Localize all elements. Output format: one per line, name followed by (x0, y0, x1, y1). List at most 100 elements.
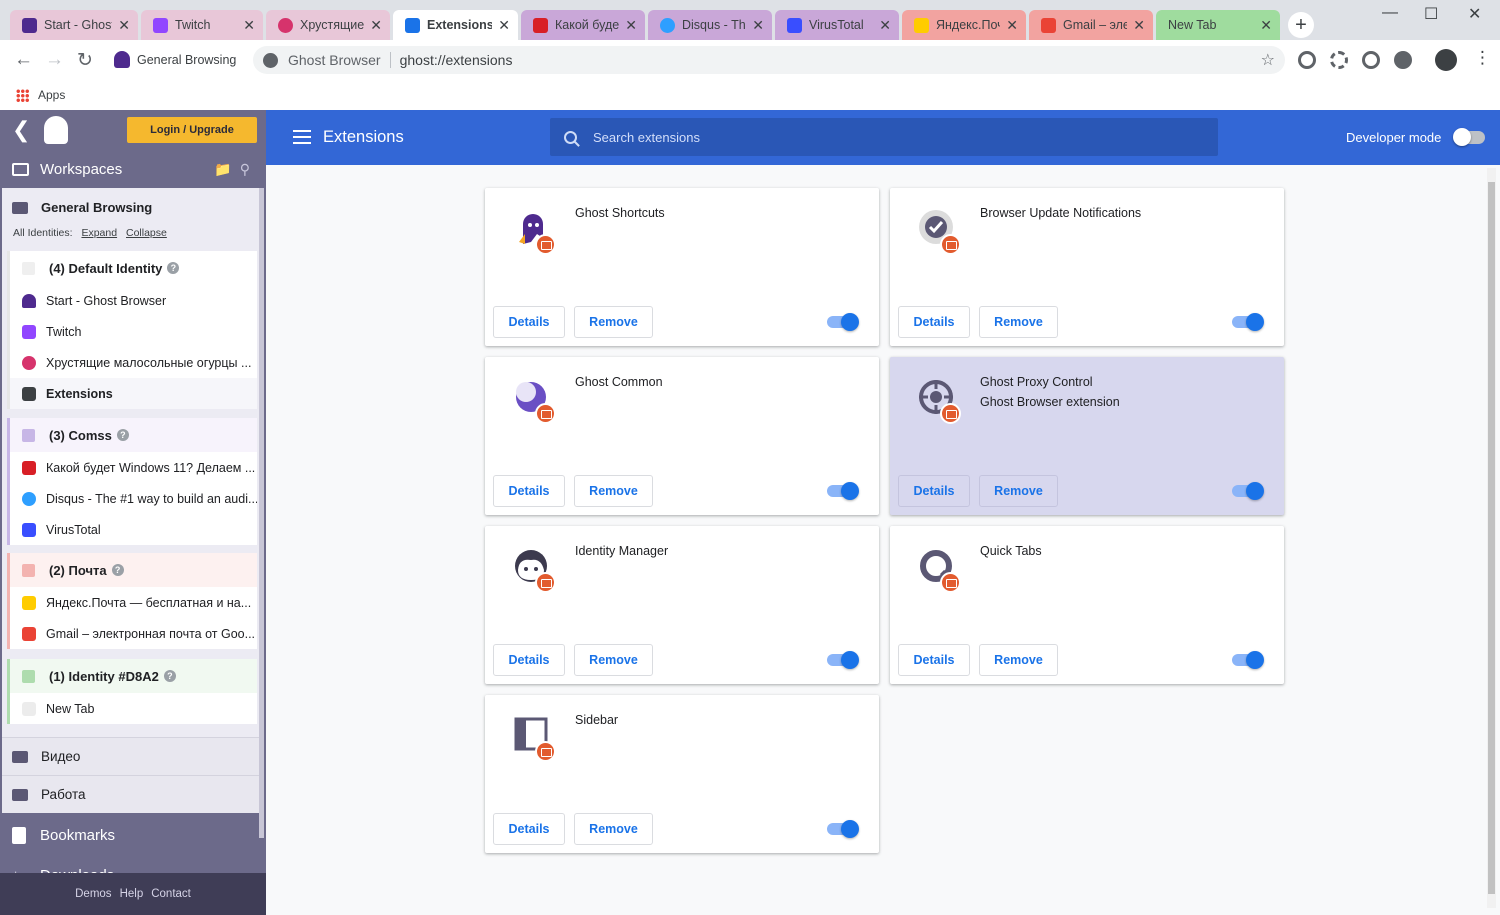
browser-tab-active[interactable]: Extensions ✕ (393, 10, 518, 40)
close-icon[interactable]: ✕ (498, 17, 510, 34)
close-icon[interactable]: ✕ (370, 17, 382, 34)
remove-button[interactable]: Remove (574, 644, 653, 676)
details-button[interactable]: Details (493, 644, 565, 676)
extension-enabled-toggle[interactable] (827, 482, 859, 500)
identity-header[interactable]: (4) Default Identity ? (10, 251, 257, 285)
remove-button[interactable]: Remove (574, 475, 653, 507)
workspace-folder[interactable]: Работа (2, 775, 260, 813)
new-folder-icon[interactable]: 📁 (214, 161, 239, 177)
browser-tab[interactable]: Хрустящие м ✕ (266, 10, 390, 40)
identity-tab-item[interactable]: Twitch (10, 316, 257, 347)
extension-enabled-toggle[interactable] (1232, 651, 1264, 669)
apps-link[interactable]: Apps (38, 88, 65, 102)
identity-tab-item-active[interactable]: Extensions (10, 378, 257, 409)
bookmarks-section[interactable]: Bookmarks (0, 815, 266, 855)
close-icon[interactable]: ✕ (752, 17, 764, 34)
identity-tab-item[interactable]: Хрустящие малосольные огурцы ... (10, 347, 257, 378)
identity-header[interactable]: (1) Identity #D8A2 ? (10, 659, 257, 693)
browser-tab[interactable]: Start - Ghost ✕ (10, 10, 138, 40)
login-upgrade-button[interactable]: Login / Upgrade (127, 117, 257, 143)
identity-tab-item[interactable]: Какой будет Windows 11? Делаем ... (10, 452, 257, 483)
help-icon[interactable]: ? (116, 429, 129, 441)
identity-tab-item[interactable]: Start - Ghost Browser (10, 285, 257, 316)
menu-kebab-icon[interactable]: ⋮ (1474, 48, 1491, 68)
browser-tab[interactable]: Twitch ✕ (141, 10, 263, 40)
minimize-icon[interactable]: — (1382, 4, 1398, 22)
details-button[interactable]: Details (493, 813, 565, 845)
browser-tab[interactable]: Какой будет ✕ (521, 10, 645, 40)
identity-tab-item[interactable]: Gmail – электронная почта от Goo... (10, 618, 257, 649)
identity-count: (4) (49, 260, 65, 276)
identity-header[interactable]: (2) Почта ? (10, 553, 257, 587)
developer-mode-toggle[interactable] (1453, 128, 1485, 146)
address-bar[interactable]: Ghost Browser ghost://extensions ☆ (253, 46, 1285, 74)
remove-button[interactable]: Remove (574, 306, 653, 338)
workspace-indicator[interactable]: General Browsing (114, 51, 236, 68)
help-link[interactable]: Help (120, 888, 144, 900)
remove-button[interactable]: Remove (574, 813, 653, 845)
page-scrollbar[interactable] (1487, 168, 1496, 908)
extension-enabled-toggle[interactable] (827, 651, 859, 669)
details-button[interactable]: Details (898, 306, 970, 338)
chevron-left-icon[interactable]: ❮ (12, 117, 30, 143)
identity-tab-item[interactable]: Яндекс.Почта — бесплатная и на... (10, 587, 257, 618)
browser-tab[interactable]: Disqus - The ✕ (648, 10, 772, 40)
identity-tab-item[interactable]: New Tab (10, 693, 257, 724)
remove-button[interactable]: Remove (979, 644, 1058, 676)
extension-enabled-toggle[interactable] (827, 820, 859, 838)
workspace-title[interactable]: General Browsing (12, 200, 152, 215)
contact-link[interactable]: Contact (151, 888, 191, 900)
remove-button[interactable]: Remove (979, 475, 1058, 507)
close-icon[interactable]: ✕ (879, 17, 891, 34)
search-icon[interactable]: ⚲ (240, 161, 258, 177)
workspace-folder[interactable]: Видео (2, 737, 260, 775)
expand-link[interactable]: Expand (81, 227, 117, 239)
sidebar-scrollbar[interactable] (259, 188, 264, 838)
forward-icon[interactable]: → (45, 49, 64, 71)
details-button[interactable]: Details (898, 475, 970, 507)
close-icon[interactable]: ✕ (118, 17, 130, 34)
demos-link[interactable]: Demos (75, 888, 111, 900)
proxy-extension-icon[interactable] (1330, 51, 1348, 69)
address-url[interactable]: ghost://extensions (400, 52, 513, 68)
search-extensions-box[interactable] (550, 118, 1218, 156)
close-icon[interactable]: ✕ (625, 17, 637, 34)
close-icon[interactable]: ✕ (1133, 17, 1145, 34)
identity-tab-item[interactable]: Disqus - The #1 way to build an audi... (10, 483, 257, 514)
identity-header[interactable]: (3) Comss ? (10, 418, 257, 452)
help-icon[interactable]: ? (111, 564, 124, 576)
reload-icon[interactable]: ↻ (77, 49, 93, 72)
profile-avatar-icon[interactable] (1435, 49, 1457, 71)
browser-tab[interactable]: VirusTotal ✕ (775, 10, 899, 40)
new-tab-button[interactable]: + (1288, 12, 1314, 38)
browser-tab[interactable]: Яндекс.Почт ✕ (902, 10, 1026, 40)
details-button[interactable]: Details (898, 644, 970, 676)
bookmark-star-icon[interactable]: ☆ (1261, 50, 1275, 70)
scrollbar-thumb[interactable] (1488, 182, 1495, 894)
window-close-icon[interactable]: ✕ (1468, 4, 1481, 24)
quick-tabs-extension-icon[interactable] (1298, 51, 1316, 69)
hamburger-menu-icon[interactable] (293, 130, 311, 144)
extension-enabled-toggle[interactable] (1232, 482, 1264, 500)
remove-button[interactable]: Remove (979, 306, 1058, 338)
maximize-icon[interactable]: ☐ (1424, 4, 1438, 24)
identity-tab-item[interactable]: VirusTotal (10, 514, 257, 545)
help-icon[interactable]: ? (167, 262, 180, 274)
close-icon[interactable]: ✕ (243, 17, 255, 34)
search-extensions-input[interactable] (593, 129, 1193, 145)
details-button[interactable]: Details (493, 306, 565, 338)
collapse-link[interactable]: Collapse (126, 227, 167, 239)
browser-tab[interactable]: Gmail – элек ✕ (1029, 10, 1153, 40)
help-icon[interactable]: ? (163, 670, 176, 682)
browser-tab[interactable]: New Tab ✕ (1156, 10, 1280, 40)
extension-enabled-toggle[interactable] (827, 313, 859, 331)
identity-extension-icon[interactable] (1362, 51, 1380, 69)
close-icon[interactable]: ✕ (1006, 17, 1018, 34)
extension-card: Quick Tabs Details Remove (890, 526, 1284, 684)
update-extension-icon[interactable] (1394, 51, 1412, 69)
back-icon[interactable]: ← (14, 49, 33, 71)
details-button[interactable]: Details (493, 475, 565, 507)
extension-enabled-toggle[interactable] (1232, 313, 1264, 331)
workspaces-bar[interactable]: Workspaces 📁⚲ (0, 150, 266, 188)
close-icon[interactable]: ✕ (1260, 17, 1272, 34)
